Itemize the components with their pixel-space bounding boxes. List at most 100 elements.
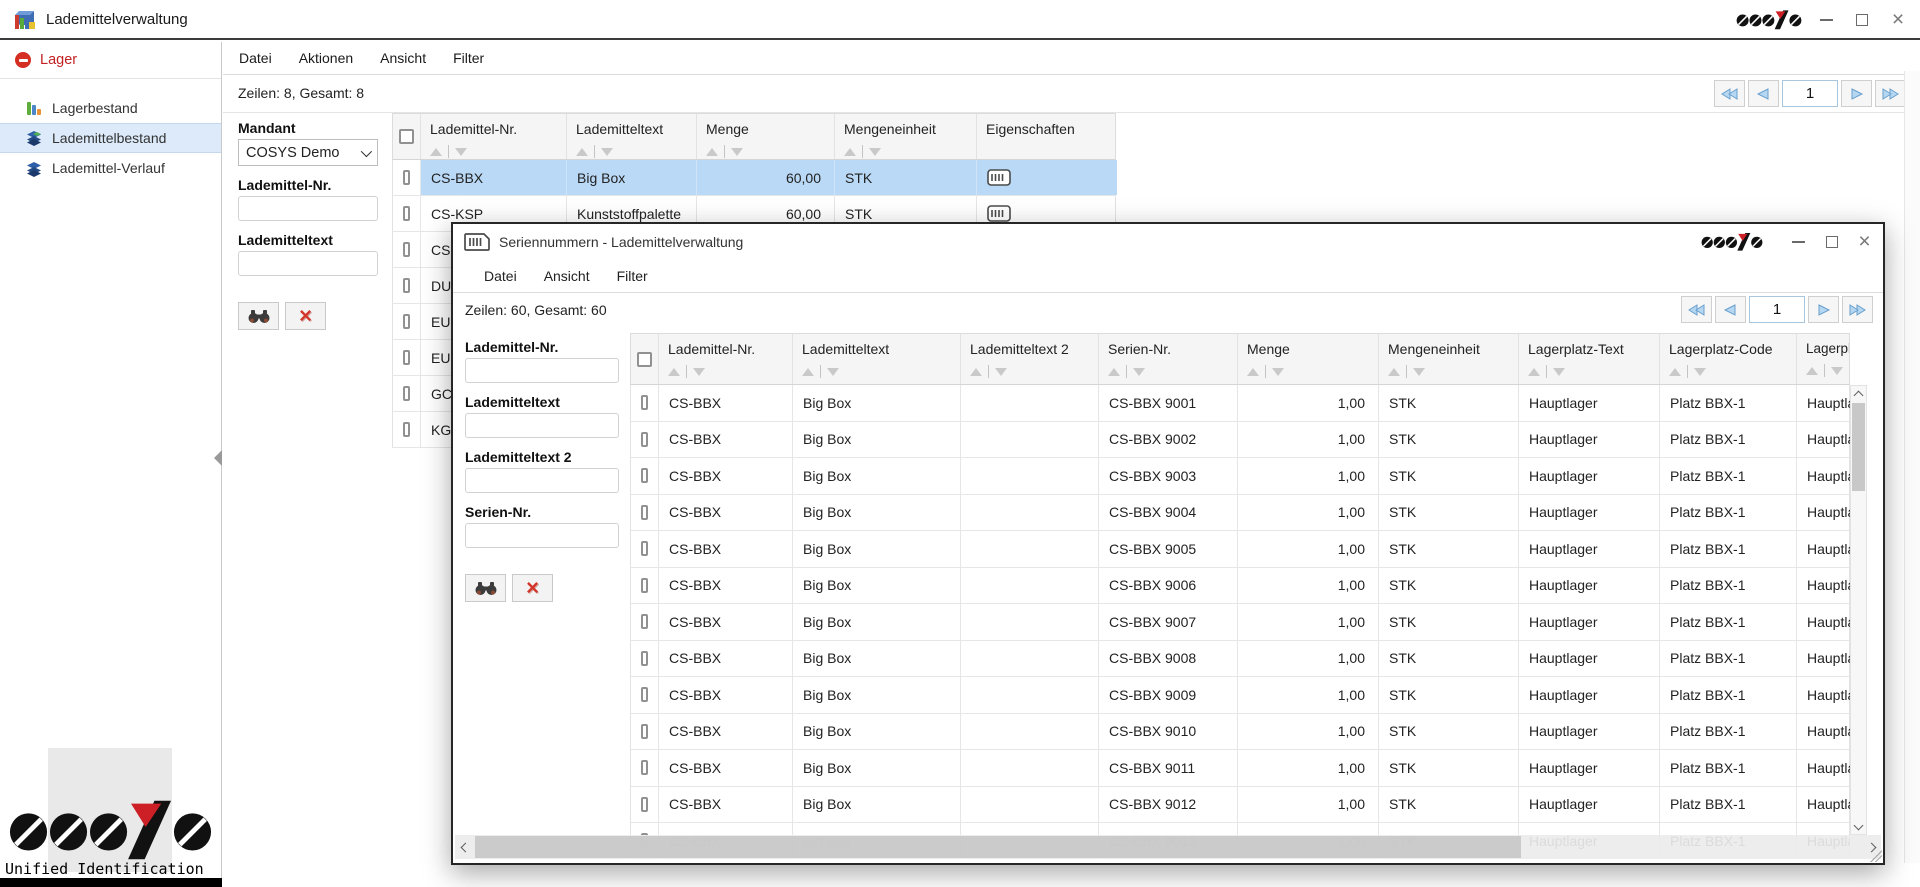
table-row[interactable]: CS-BBXBig BoxCS-BBX 90031,00STKHauptlage… — [630, 458, 1850, 495]
column-header[interactable]: Mengeneinheit — [835, 114, 977, 159]
column-header[interactable]: Lademittel-Nr. — [659, 334, 793, 384]
dialog-minimize-button[interactable] — [1782, 224, 1815, 260]
row-checkbox[interactable] — [403, 170, 410, 185]
close-button[interactable]: × — [1880, 0, 1916, 40]
table-row[interactable]: CS-BBXBig BoxCS-BBX 90061,00STKHauptlage… — [630, 568, 1850, 605]
sort-ascending-icon[interactable] — [970, 368, 982, 376]
table-row[interactable]: CS-BBXBig BoxCS-BBX 90081,00STKHauptlage… — [630, 641, 1850, 678]
column-header[interactable]: Serien-Nr. — [1099, 334, 1238, 384]
menu-aktionen[interactable]: Aktionen — [299, 50, 353, 66]
last-page-button[interactable] — [1842, 296, 1873, 323]
previous-page-button[interactable] — [1715, 296, 1746, 323]
sort-descending-icon[interactable] — [731, 148, 743, 156]
sort-ascending-icon[interactable] — [1806, 367, 1818, 375]
sort-ascending-icon[interactable] — [1108, 368, 1120, 376]
row-checkbox[interactable] — [641, 724, 648, 739]
row-checkbox[interactable] — [403, 422, 410, 437]
sort-ascending-icon[interactable] — [1669, 368, 1681, 376]
menu-datei[interactable]: Datei — [239, 50, 272, 66]
dialog-vertical-scrollbar[interactable] — [1850, 385, 1867, 835]
table-row[interactable]: CS-BBXBig BoxCS-BBX 90071,00STKHauptlage… — [630, 604, 1850, 641]
dialog-menu-filter[interactable]: Filter — [617, 268, 648, 284]
row-checkbox[interactable] — [641, 687, 648, 702]
sort-ascending-icon[interactable] — [844, 148, 856, 156]
row-checkbox[interactable] — [641, 578, 648, 593]
table-row[interactable]: CS-BBXBig BoxCS-BBX 90121,00STKHauptlage… — [630, 787, 1850, 824]
sort-descending-icon[interactable] — [1133, 368, 1145, 376]
row-checkbox[interactable] — [641, 432, 648, 447]
table-row[interactable]: CS-BBXBig Box60,00STK — [392, 160, 1116, 196]
row-checkbox[interactable] — [641, 760, 648, 775]
sidebar-group-lager[interactable]: Lager — [0, 42, 221, 79]
search-button[interactable] — [238, 302, 279, 330]
minimize-button[interactable] — [1808, 0, 1844, 40]
lademitteltext-input[interactable] — [238, 251, 378, 276]
select-all-checkbox[interactable] — [637, 352, 652, 367]
first-page-button[interactable] — [1714, 80, 1745, 107]
sidebar-collapse-icon[interactable] — [214, 450, 222, 466]
table-row[interactable]: CS-BBXBig BoxCS-BBX 90021,00STKHauptlage… — [630, 422, 1850, 459]
sort-descending-icon[interactable] — [455, 148, 467, 156]
sort-descending-icon[interactable] — [1831, 367, 1843, 375]
scroll-up-icon[interactable] — [1851, 387, 1866, 403]
first-page-button[interactable] — [1681, 296, 1712, 323]
row-checkbox[interactable] — [403, 314, 410, 329]
sort-descending-icon[interactable] — [1272, 368, 1284, 376]
dialog-close-button[interactable]: × — [1848, 224, 1881, 260]
main-vertical-scrollbar[interactable] — [1904, 71, 1920, 863]
page-number-field[interactable]: 1 — [1782, 80, 1838, 107]
table-row[interactable]: CS-BBXBig BoxCS-BBX 90051,00STKHauptlage… — [630, 531, 1850, 568]
column-header[interactable]: Lagerplatz-Text — [1519, 334, 1660, 384]
menu-ansicht[interactable]: Ansicht — [380, 50, 426, 66]
search-button[interactable] — [465, 574, 506, 602]
dialog-menu-datei[interactable]: Datei — [484, 268, 517, 284]
row-checkbox[interactable] — [641, 541, 648, 556]
sort-ascending-icon[interactable] — [1528, 368, 1540, 376]
column-header[interactable]: Lademitteltext 2 — [961, 334, 1099, 384]
maximize-button[interactable] — [1844, 0, 1880, 40]
sort-ascending-icon[interactable] — [430, 148, 442, 156]
next-page-button[interactable] — [1841, 80, 1872, 107]
scroll-left-icon[interactable] — [455, 835, 475, 859]
row-checkbox[interactable] — [641, 797, 648, 812]
scroll-down-icon[interactable] — [1851, 817, 1866, 833]
row-checkbox[interactable] — [641, 614, 648, 629]
sort-descending-icon[interactable] — [869, 148, 881, 156]
previous-page-button[interactable] — [1748, 80, 1779, 107]
sort-descending-icon[interactable] — [1553, 368, 1565, 376]
table-row[interactable]: CS-BBXBig BoxCS-BBX 90041,00STKHauptlage… — [630, 495, 1850, 532]
menu-filter[interactable]: Filter — [453, 50, 484, 66]
table-row[interactable]: CS-BBXBig BoxCS-BBX 90101,00STKHauptlage… — [630, 714, 1850, 751]
sidebar-item-lagerbestand[interactable]: Lagerbestand — [0, 93, 221, 123]
row-checkbox[interactable] — [641, 651, 648, 666]
vertical-scroll-thumb[interactable] — [1852, 403, 1865, 491]
column-header[interactable]: Mengeneinheit — [1379, 334, 1519, 384]
mandant-select[interactable]: COSYS Demo — [238, 139, 378, 166]
dialog-lademitteltext-2-input[interactable] — [465, 468, 619, 493]
dialog-serien-nr-input[interactable] — [465, 523, 619, 548]
sort-ascending-icon[interactable] — [576, 148, 588, 156]
row-checkbox[interactable] — [403, 350, 410, 365]
column-header[interactable]: Lademitteltext — [793, 334, 961, 384]
column-header[interactable]: Lademittel-Nr. — [421, 114, 567, 159]
sort-descending-icon[interactable] — [693, 368, 705, 376]
sort-ascending-icon[interactable] — [668, 368, 680, 376]
column-header[interactable]: Lagerplatz-Code — [1660, 334, 1797, 384]
dialog-horizontal-scrollbar[interactable] — [455, 835, 1881, 859]
sort-descending-icon[interactable] — [827, 368, 839, 376]
sort-ascending-icon[interactable] — [802, 368, 814, 376]
row-checkbox[interactable] — [403, 242, 410, 257]
select-all-checkbox[interactable] — [399, 129, 414, 144]
clear-filter-button[interactable]: × — [512, 574, 553, 602]
row-checkbox[interactable] — [403, 278, 410, 293]
sidebar-item-lademittelbestand[interactable]: Lademittelbestand — [0, 123, 221, 153]
page-number-field[interactable]: 1 — [1749, 296, 1805, 323]
row-checkbox[interactable] — [641, 395, 648, 410]
column-header[interactable]: Lademitteltext — [567, 114, 697, 159]
column-header[interactable]: Eigenschaften — [977, 114, 1117, 159]
table-row[interactable]: CS-BBXBig BoxCS-BBX 90011,00STKHauptlage… — [630, 385, 1850, 422]
sort-descending-icon[interactable] — [601, 148, 613, 156]
next-page-button[interactable] — [1808, 296, 1839, 323]
row-checkbox[interactable] — [641, 505, 648, 520]
sidebar-item-lademittel-verlauf[interactable]: Lademittel-Verlauf — [0, 153, 221, 183]
